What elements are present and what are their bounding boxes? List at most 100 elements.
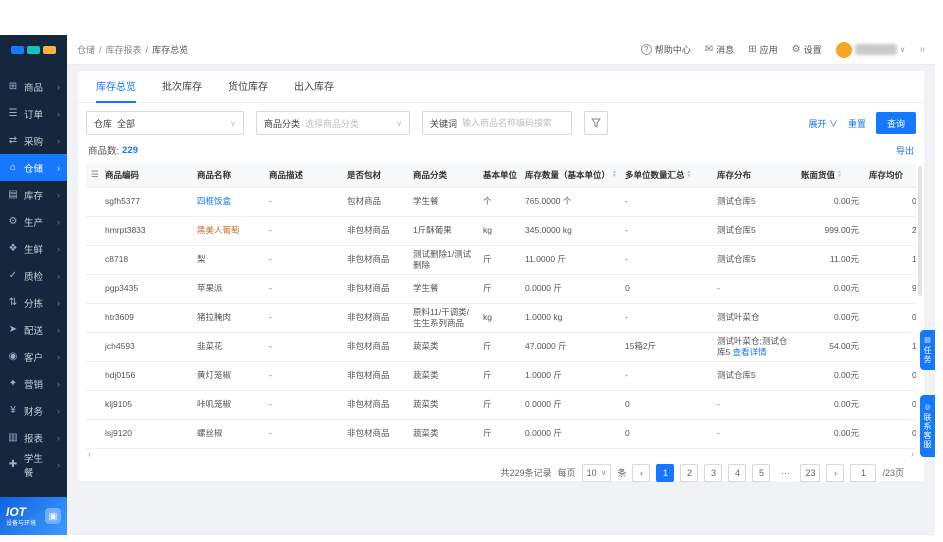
cell-name: 苹果派 bbox=[192, 274, 264, 304]
task-widget[interactable]: ▤ 任务 bbox=[920, 330, 935, 370]
prev-page-button[interactable]: ‹ bbox=[632, 463, 651, 482]
tab-in-out-inventory[interactable]: 出入库存 bbox=[294, 71, 334, 103]
avatar bbox=[835, 41, 852, 58]
sidebar-item-reports[interactable]: ▥ 报表 › bbox=[0, 424, 67, 451]
expand-filters-link[interactable]: 展开 ∨ bbox=[808, 117, 838, 130]
keyword-search[interactable]: 关键词 bbox=[422, 111, 572, 135]
warehouse-select[interactable]: 仓库 全部 ∨ bbox=[86, 111, 244, 135]
cell-name: 韭菜花 bbox=[192, 332, 264, 362]
cell-pack: 非包材商品 bbox=[342, 390, 408, 420]
tab-inventory-overview[interactable]: 库存总览 bbox=[96, 71, 136, 103]
cell-avg: 0.00元 bbox=[864, 419, 916, 449]
cell-pack: 非包材商品 bbox=[342, 419, 408, 449]
chevron-right-icon: › bbox=[57, 378, 60, 389]
sort-icon[interactable]: ▲ ▼ bbox=[687, 169, 692, 178]
page-size-select[interactable]: 10 ∨ bbox=[581, 463, 612, 482]
vertical-scrollbar[interactable] bbox=[918, 166, 922, 296]
cell-category: 学生餐 bbox=[408, 274, 478, 304]
inventory-icon: ▤ bbox=[8, 189, 18, 200]
col-unit: 基本单位 bbox=[478, 163, 520, 188]
chevron-down-icon: ∨ bbox=[396, 118, 402, 128]
chevron-right-icon: › bbox=[57, 459, 60, 470]
cell-dist: 测试叶菜仓;测试仓库5 查看详情 bbox=[712, 332, 796, 362]
sidebar-item-finance[interactable]: ¥ 财务 › bbox=[0, 397, 67, 424]
reset-button[interactable]: 重置 bbox=[848, 117, 866, 130]
page-button[interactable]: 2 bbox=[680, 463, 699, 482]
page-button[interactable]: 23 bbox=[800, 463, 821, 482]
cell-pack: 非包材商品 bbox=[342, 245, 408, 275]
next-page-button[interactable]: › bbox=[826, 463, 845, 482]
sidebar-item-warehouse[interactable]: ⌂ 仓储 › bbox=[0, 154, 67, 181]
cell-name: 黄灯笼椒 bbox=[192, 361, 264, 391]
cell-name[interactable]: 四框饭盒 bbox=[192, 187, 264, 217]
cell-dist: 测试仓库5 bbox=[712, 361, 796, 391]
sidebar-item-student-meal[interactable]: ✚ 学生餐 › bbox=[0, 451, 67, 479]
help-center-button[interactable]: ? 帮助中心 bbox=[640, 43, 691, 56]
breadcrumb-item[interactable]: 仓储 bbox=[77, 43, 95, 56]
page-ellipsis[interactable]: ··· bbox=[776, 463, 795, 482]
tab-batch-inventory[interactable]: 批次库存 bbox=[162, 71, 202, 103]
page-button[interactable]: 3 bbox=[704, 463, 723, 482]
view-detail-link[interactable]: 查看详情 bbox=[733, 347, 767, 357]
cell-name[interactable]: 黑美人葡萄 bbox=[192, 216, 264, 246]
sidebar-item-inventory[interactable]: ▤ 库存 › bbox=[0, 181, 67, 208]
sidebar-item-marketing[interactable]: ✦ 营销 › bbox=[0, 370, 67, 397]
sidebar-item-customers[interactable]: ◉ 客户 › bbox=[0, 343, 67, 370]
cell-dist: 测试仓库5 bbox=[712, 187, 796, 217]
cell-unit: kg bbox=[478, 303, 520, 333]
sidebar: ⊞ 商品 › ☰ 订单 › ⇄ 采购 › ⌂ 仓储 › ▤ 库存 › ⚙ 生产 … bbox=[0, 65, 67, 497]
export-link[interactable]: 导出 bbox=[896, 144, 914, 157]
sidebar-item-fresh[interactable]: ❖ 生鲜 › bbox=[0, 235, 67, 262]
cell-avg: 1.00元 bbox=[864, 245, 916, 275]
sidebar-item-delivery[interactable]: ➤ 配送 › bbox=[0, 316, 67, 343]
column-settings-icon[interactable]: ☰ bbox=[86, 163, 100, 188]
production-icon: ⚙ bbox=[8, 216, 18, 227]
page-button[interactable]: 5 bbox=[752, 463, 771, 482]
cell-desc: - bbox=[264, 245, 342, 275]
cell-desc: - bbox=[264, 390, 342, 420]
page-button[interactable]: 4 bbox=[728, 463, 747, 482]
inventory-table: ☰ 商品编码 商品名称 商品描述 是否包材 商品分类 基本单位 库存数量（基本单… bbox=[86, 163, 916, 449]
cell-code: jch4593 bbox=[100, 332, 192, 362]
breadcrumb-item[interactable]: 库存报表 bbox=[106, 43, 142, 56]
contact-service-widget[interactable]: ◎ 联系客服 bbox=[920, 395, 935, 457]
cell-unit: 斤 bbox=[478, 245, 520, 275]
cell-qty: 0.0000 斤 bbox=[520, 390, 620, 420]
settings-button[interactable]: ⚙ 设置 bbox=[792, 43, 822, 56]
table-row: c8718 梨 - 非包材商品 测试删除1/测试删除 斤 11.0000 斤 -… bbox=[86, 245, 916, 275]
sort-icon[interactable]: ▲ ▼ bbox=[612, 169, 617, 178]
cell-qty: 0.0000 斤 bbox=[520, 419, 620, 449]
app-window: 仓储 / 库存报表 / 库存总览 ? 帮助中心 ✉ 消息 ⊞ 应用 ⚙ 设置 ∨… bbox=[0, 35, 935, 535]
filter-bar: 仓库 全部 ∨ 商品分类 选择商品分类 ∨ 关键词 输入商品名称编码搜索 展开 … bbox=[78, 103, 924, 141]
scroll-left-arrow[interactable]: ‹ bbox=[88, 449, 91, 459]
page-jump-input[interactable]: 1 bbox=[850, 463, 877, 482]
table-row: klj9105 咔叽笼椒 - 非包材商品 蔬菜类 斤 0.0000 斤 0 - … bbox=[86, 390, 916, 420]
sidebar-item-goods[interactable]: ⊞ 商品 › bbox=[0, 73, 67, 100]
apps-button[interactable]: ⊞ 应用 bbox=[748, 43, 777, 56]
sort-icon[interactable]: ▲ ▼ bbox=[837, 169, 842, 178]
cell-desc: - bbox=[264, 187, 342, 217]
category-select[interactable]: 商品分类 选择商品分类 ∨ bbox=[256, 111, 410, 135]
page-button[interactable]: 1 bbox=[656, 463, 675, 482]
scroll-right-arrow[interactable]: › bbox=[911, 449, 914, 459]
collapse-icon[interactable]: » bbox=[919, 44, 925, 55]
user-menu[interactable]: ∨ bbox=[835, 41, 905, 58]
filter-funnel-button[interactable] bbox=[584, 111, 608, 135]
logo-bar-teal bbox=[27, 46, 40, 54]
col-multi: 多单位数量汇总 ▲ ▼ bbox=[620, 163, 712, 188]
sidebar-item-sorting[interactable]: ⇅ 分拣 › bbox=[0, 289, 67, 316]
sidebar-item-purchase[interactable]: ⇄ 采购 › bbox=[0, 127, 67, 154]
funnel-icon bbox=[591, 118, 601, 128]
total-records: 共229条记录 bbox=[500, 468, 552, 478]
cell-avg: 0.00元 bbox=[864, 303, 916, 333]
col-avg: 库存均价 bbox=[864, 163, 916, 188]
search-button[interactable]: 查询 bbox=[875, 112, 916, 134]
sidebar-item-orders[interactable]: ☰ 订单 › bbox=[0, 100, 67, 127]
tab-location-inventory[interactable]: 货位库存 bbox=[228, 71, 268, 103]
cell-qty: 11.0000 斤 bbox=[520, 245, 620, 275]
keyword-input[interactable] bbox=[462, 118, 555, 128]
messages-button[interactable]: ✉ 消息 bbox=[705, 43, 734, 56]
sidebar-item-production[interactable]: ⚙ 生产 › bbox=[0, 208, 67, 235]
sidebar-item-qc[interactable]: ✓ 质检 › bbox=[0, 262, 67, 289]
cell-pack: 包材商品 bbox=[342, 187, 408, 217]
